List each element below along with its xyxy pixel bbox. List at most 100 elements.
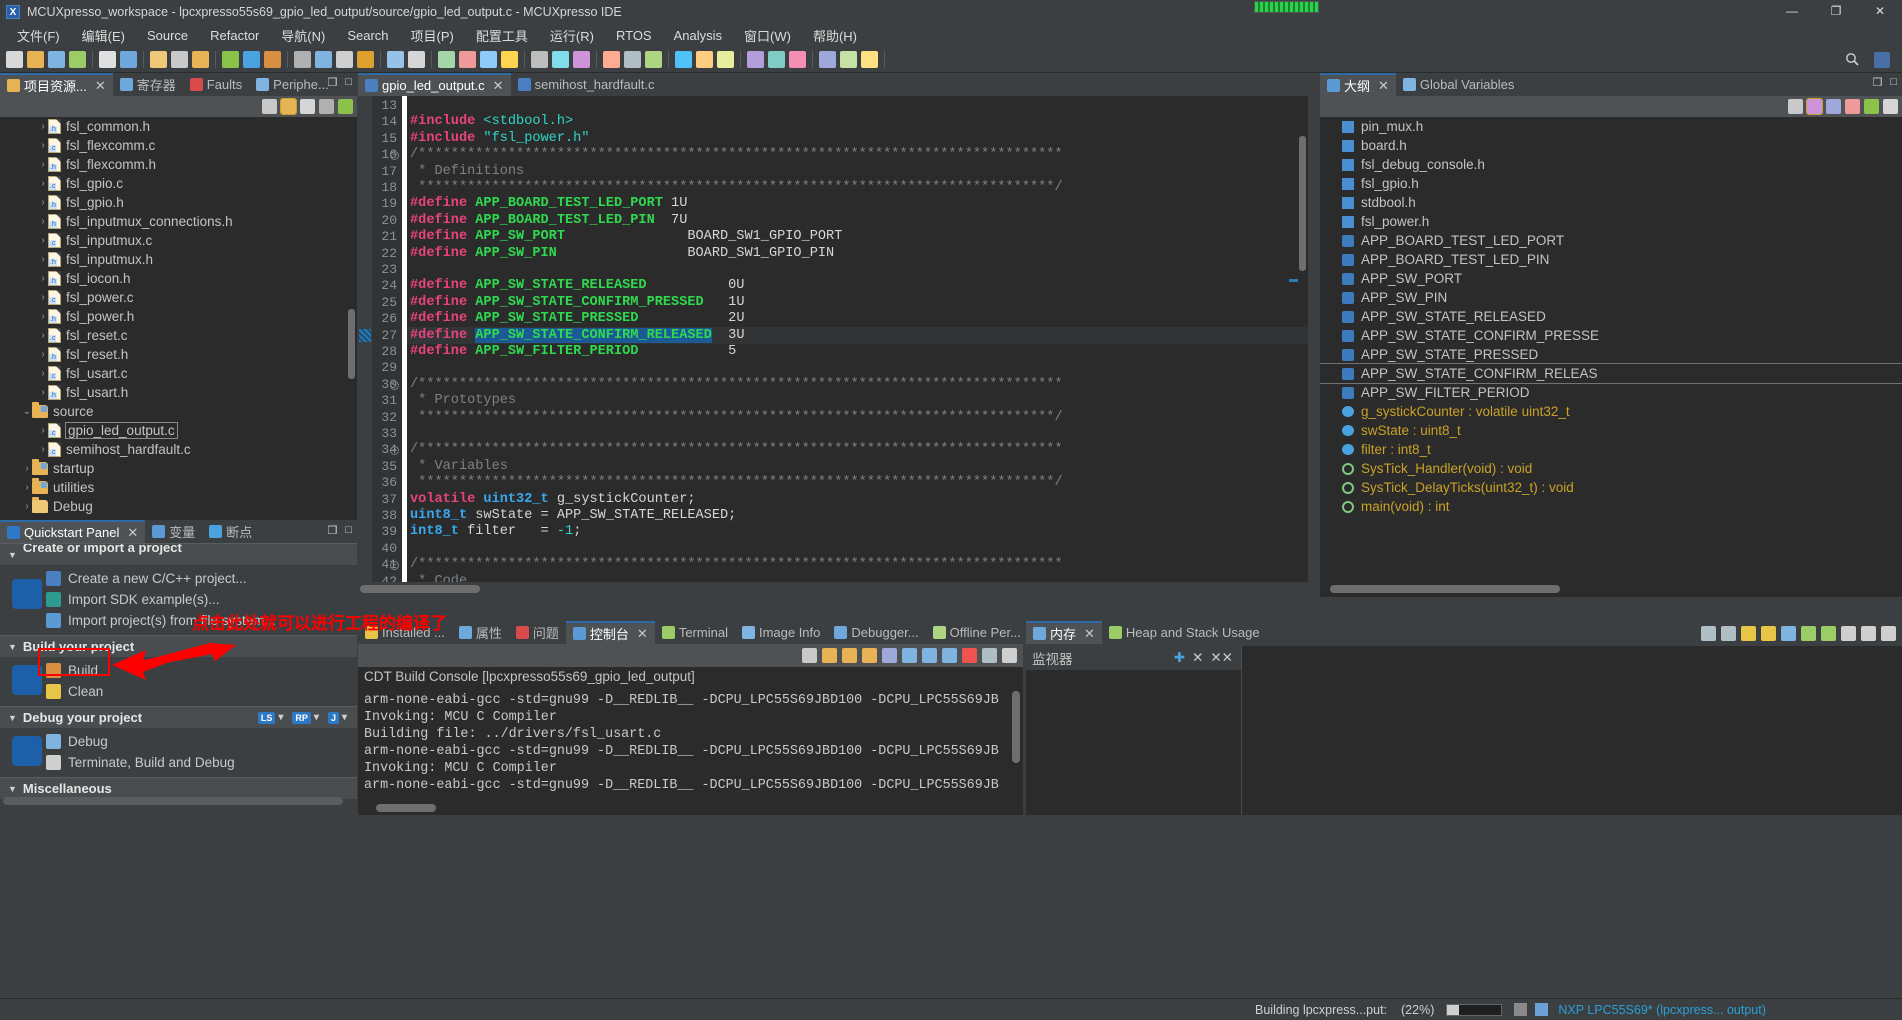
menu-item-1[interactable]: 编辑(E) [71, 23, 136, 48]
editor-marker-bar[interactable] [358, 96, 372, 596]
toolbar-icon-15[interactable] [357, 51, 374, 68]
outline-item[interactable]: APP_SW_FILTER_PERIOD [1320, 383, 1902, 402]
outline-horizontal-scrollbar[interactable] [1330, 585, 1560, 593]
toolbar-icon-31[interactable] [747, 51, 764, 68]
tab-outline-大纲[interactable]: 大纲 ✕ [1320, 73, 1396, 96]
tree-expand-arrow[interactable]: › [38, 178, 48, 189]
tree-item[interactable]: › Debug [0, 497, 357, 516]
menu-item-10[interactable]: Analysis [663, 25, 733, 46]
tab-quickstart-close-icon[interactable]: ✕ [127, 525, 138, 541]
quickstart-item[interactable]: Debug [0, 731, 357, 752]
tree-item[interactable]: › .c fsl_inputmux.c [0, 231, 357, 250]
remove-monitor-icon[interactable]: ✕ [1192, 650, 1203, 666]
minimize-icon[interactable]: ❒ [1872, 76, 1882, 89]
quickstart-item[interactable]: Import SDK example(s)... [0, 589, 357, 610]
quickstart-item[interactable]: Clean [0, 681, 357, 702]
toolbar-icon-13[interactable] [315, 51, 332, 68]
tab-quickstart-变量[interactable]: 变量 [145, 520, 202, 543]
tree-item[interactable]: › startup [0, 459, 357, 478]
view-menu-icon[interactable] [1002, 648, 1017, 663]
tree-expand-arrow[interactable]: › [38, 387, 48, 398]
menu-item-9[interactable]: RTOS [605, 25, 663, 46]
remove-all-monitors-icon[interactable]: ✕✕ [1210, 650, 1233, 666]
toolbar-icon-10[interactable] [243, 51, 260, 68]
tab-project-explorer-寄存器[interactable]: 寄存器 [113, 73, 183, 96]
mem-icon-1[interactable] [1701, 625, 1716, 641]
menu-item-11[interactable]: 窗口(W) [733, 23, 802, 48]
outline-item[interactable]: fsl_gpio.h [1320, 174, 1902, 193]
quickstart-section-header[interactable]: ▼ Debug your project LS ▾ RP ▾ J ▾ [0, 706, 357, 728]
outline-item[interactable]: fsl_debug_console.h [1320, 155, 1902, 174]
minimize-icon[interactable]: ❒ [327, 524, 337, 537]
maximize-button[interactable]: ❐ [1814, 0, 1858, 23]
quickstart-horizontal-scrollbar[interactable] [3, 797, 343, 805]
toolbar-icon-26[interactable] [624, 51, 641, 68]
tab-editor-gpio_led_output.c[interactable]: gpio_led_output.c ✕ [358, 73, 511, 96]
toolbar-icon-36[interactable] [861, 51, 878, 68]
launch-config-J[interactable]: J ▾ [327, 711, 347, 724]
tab-console-属性[interactable]: 属性 [452, 621, 509, 644]
outline-item[interactable]: fsl_power.h [1320, 212, 1902, 231]
quickstart-item[interactable]: Terminate, Build and Debug [0, 752, 357, 773]
toolbar-icon-27[interactable] [645, 51, 662, 68]
collapse-all-icon[interactable] [262, 99, 277, 114]
quickstart-section-header[interactable]: ▼ Miscellaneous [0, 777, 357, 799]
maximize-icon[interactable]: □ [345, 76, 352, 89]
chevron-down-icon[interactable]: ▼ [8, 642, 17, 652]
tree-item[interactable]: › .c gpio_led_output.c [0, 421, 357, 440]
outline-item[interactable]: main(void) : int [1320, 497, 1902, 516]
filter-star-icon[interactable] [1883, 99, 1898, 114]
tree-expand-arrow[interactable]: › [38, 425, 48, 436]
toolbar-icon-3[interactable] [69, 51, 86, 68]
pin-console-icon[interactable] [842, 648, 857, 663]
sort-icon[interactable] [1806, 98, 1823, 115]
toolbar-icon-29[interactable] [696, 51, 713, 68]
fold-toggle-icon[interactable]: − [390, 151, 399, 161]
outline-item[interactable]: g_systickCounter : volatile uint32_t [1320, 402, 1902, 421]
tab-console-Terminal[interactable]: Terminal [655, 621, 735, 644]
tree-item[interactable]: › .c fsl_gpio.c [0, 174, 357, 193]
outline-item[interactable]: APP_SW_PIN [1320, 288, 1902, 307]
menu-item-2[interactable]: Source [136, 25, 199, 46]
tab-console-控制台[interactable]: 控制台 ✕ [565, 621, 655, 644]
tree-expand-arrow[interactable]: › [38, 330, 48, 341]
refresh-icon[interactable] [338, 99, 353, 114]
tree-item[interactable]: › .c fsl_flexcomm.c [0, 136, 357, 155]
remove-console-icon[interactable] [962, 648, 977, 663]
toolbar-icon-14[interactable] [336, 51, 353, 68]
toolbar-icon-8[interactable] [192, 51, 209, 68]
tab-memory-Heap and Stack Usage[interactable]: Heap and Stack Usage [1102, 621, 1267, 644]
quickstart-section-header[interactable]: ▼ Build your project [0, 635, 357, 657]
tree-expand-arrow[interactable]: › [38, 292, 48, 303]
hide-nonpublic-icon[interactable] [1864, 99, 1879, 114]
tree-expand-arrow[interactable]: › [22, 482, 32, 493]
view-menu-icon[interactable] [1841, 625, 1856, 641]
toolbar-icon-19[interactable] [459, 51, 476, 68]
tree-expand-arrow[interactable]: › [38, 368, 48, 379]
toolbar-icon-9[interactable] [222, 51, 239, 68]
tab-console-Debugger...[interactable]: Debugger... [827, 621, 925, 644]
tab-project-explorer-Periphe...[interactable]: Periphe... [249, 73, 336, 96]
new-console-view-icon[interactable] [902, 648, 917, 663]
minimize-button[interactable]: — [1770, 0, 1814, 23]
tab-outline-Global Variables[interactable]: Global Variables [1396, 73, 1521, 96]
toolbar-icon-35[interactable] [840, 51, 857, 68]
menu-item-6[interactable]: 项目(P) [400, 23, 465, 48]
toolbar-icon-28[interactable] [675, 51, 692, 68]
hide-static-icon[interactable] [1845, 99, 1860, 114]
tree-expand-arrow[interactable]: › [38, 197, 48, 208]
scroll-lock-icon[interactable] [822, 648, 837, 663]
fold-toggle-icon[interactable]: − [390, 446, 399, 456]
close-button[interactable]: ✕ [1858, 0, 1902, 23]
open-console-icon[interactable] [922, 648, 937, 663]
tree-expand-arrow[interactable]: › [22, 501, 32, 512]
tree-item[interactable]: › .h fsl_reset.h [0, 345, 357, 364]
tree-item[interactable]: › .h fsl_inputmux_connections.h [0, 212, 357, 231]
quickstart-item[interactable]: Create a new C/C++ project... [0, 568, 357, 589]
outline-item[interactable]: APP_SW_STATE_PRESSED [1320, 345, 1902, 364]
toolbar-icon-32[interactable] [768, 51, 785, 68]
menu-item-7[interactable]: 配置工具 [465, 23, 539, 48]
tree-item[interactable]: › .h fsl_flexcomm.h [0, 155, 357, 174]
mem-icon-3[interactable] [1741, 625, 1756, 641]
chevron-down-icon[interactable]: ▾ [342, 712, 347, 723]
